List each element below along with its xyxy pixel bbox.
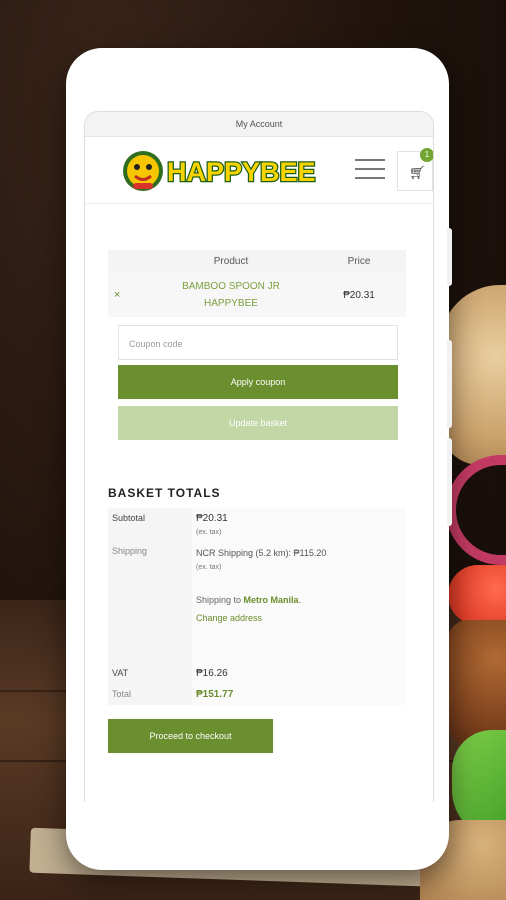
cart-count-badge: 1	[420, 148, 433, 162]
shipping-region: Metro Manila	[243, 595, 299, 605]
shipping-destination: Shipping to Metro Manila.	[196, 595, 302, 605]
apply-coupon-button[interactable]: Apply coupon	[118, 365, 398, 399]
column-header-product: Product	[150, 250, 312, 273]
basket-totals-heading: BASKET TOTALS	[108, 486, 221, 500]
cart-button[interactable]: 🛒︎ 1	[397, 148, 433, 191]
logo-text: HAPPYBEE	[167, 157, 316, 187]
cart-icon: 🛒︎	[409, 165, 426, 180]
remove-item-button[interactable]: ×	[114, 289, 120, 301]
subtotal-row: Subtotal ₱20.31 (ex. tax)	[108, 508, 406, 541]
phone-side-button	[447, 228, 452, 286]
vat-label: VAT	[108, 663, 192, 684]
cart-table: Product Price × BAMBOO SPOON JR HAPPYBEE…	[108, 250, 406, 317]
coupon-code-input[interactable]: Coupon code	[118, 325, 398, 360]
phone-screen: My Account HAPPYBEE 🛒︎ 1 Product Price ×…	[84, 111, 434, 802]
shipping-tax-note: (ex. tax)	[196, 564, 222, 571]
table-row: × BAMBOO SPOON JR HAPPYBEE ₱20.31	[108, 273, 406, 317]
change-address-link[interactable]: Change address	[196, 613, 402, 623]
update-basket-button[interactable]: Update basket	[118, 406, 398, 440]
total-value: ₱151.77	[192, 684, 406, 705]
basket-totals-table: Subtotal ₱20.31 (ex. tax) Shipping NCR S…	[108, 508, 406, 705]
proceed-to-checkout-button[interactable]: Proceed to checkout	[108, 719, 273, 753]
my-account-link[interactable]: My Account	[85, 112, 433, 137]
vat-value: ₱16.26	[192, 663, 406, 684]
product-name-line: BAMBOO SPOON JR	[182, 281, 280, 292]
subtotal-label: Subtotal	[108, 508, 192, 541]
site-header: HAPPYBEE 🛒︎ 1	[85, 137, 433, 204]
burger-onion	[446, 455, 506, 565]
vat-row: VAT ₱16.26	[108, 663, 406, 684]
cart-table-header: Product Price	[108, 250, 406, 273]
subtotal-tax-note: (ex. tax)	[196, 529, 222, 536]
happybee-logo[interactable]: HAPPYBEE	[121, 149, 339, 193]
product-price: ₱20.31	[312, 273, 406, 317]
burger-tomato	[448, 565, 506, 625]
basket-content: Product Price × BAMBOO SPOON JR HAPPYBEE…	[108, 250, 406, 753]
hamburger-menu-button[interactable]	[355, 159, 385, 181]
subtotal-value: ₱20.31	[196, 513, 228, 524]
shipping-method: NCR Shipping (5.2 km): ₱115.20	[196, 548, 327, 558]
product-name-link[interactable]: BAMBOO SPOON JR HAPPYBEE	[150, 273, 312, 317]
total-row: Total ₱151.77	[108, 684, 406, 705]
phone-side-button	[447, 438, 452, 526]
column-header-price: Price	[312, 250, 406, 273]
shipping-label: Shipping	[108, 541, 192, 663]
total-label: Total	[108, 684, 192, 705]
shipping-row: Shipping NCR Shipping (5.2 km): ₱115.20 …	[108, 541, 406, 663]
product-name-line: HAPPYBEE	[204, 298, 258, 309]
phone-side-button	[447, 340, 452, 428]
